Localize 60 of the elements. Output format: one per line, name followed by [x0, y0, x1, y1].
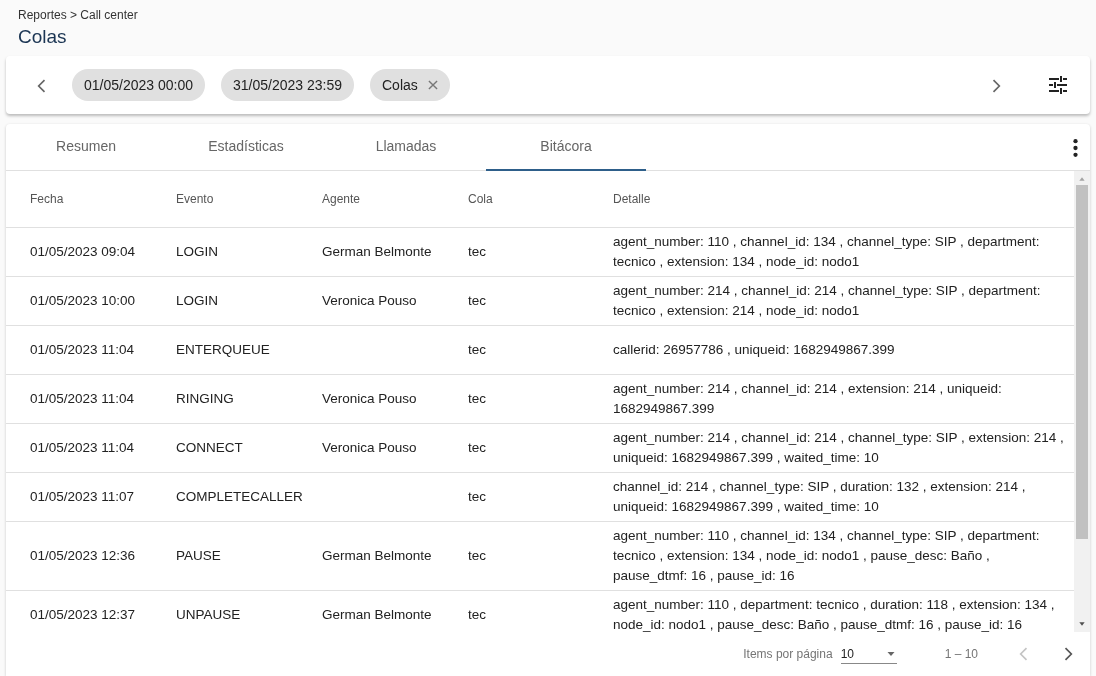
column-header[interactable]: Cola	[468, 191, 493, 206]
table-cell: COMPLETECALLER	[176, 488, 303, 504]
table-cell: channel_id: 214 , channel_type: SIP , duration: 132 , extension: 214 , uniqueid: 1682949867.399 , waited_time: 10	[613, 478, 1026, 514]
breadcrumb: Reportes > Call center	[18, 7, 139, 24]
table-cell: 01/05/2023 12:37	[30, 606, 136, 622]
table-cell: 01/05/2023 11:04	[30, 390, 135, 406]
filter-chip[interactable]: 01/05/2023 00:00	[72, 69, 205, 101]
table-cell: tec	[468, 547, 486, 563]
table-cell: CONNECT	[176, 439, 243, 455]
tab[interactable]: Llamadas	[326, 123, 486, 171]
table-cell: Veronica Pouso	[322, 390, 417, 406]
table-cell: tec	[468, 341, 486, 357]
table-cell: agent_number: 214 , channel_id: 214 , extension: 214 , uniqueid: 1682949867.399	[613, 380, 1002, 416]
column-header[interactable]: Detalle	[613, 191, 651, 206]
table-cell: tec	[468, 243, 486, 259]
table-cell: 01/05/2023 11:07	[30, 488, 135, 504]
table-cell: Veronica Pouso	[322, 439, 417, 455]
table-cell: 01/05/2023 12:36	[30, 547, 136, 563]
filter-chip[interactable]: 31/05/2023 23:59	[221, 69, 354, 101]
table-cell: agent_number: 110 , channel_id: 134 , channel_type: SIP , department: tecnico , extension: 134 , node_id: nodo1 , pause_desc: Baño , pause_dtmf: 16 , pause_id: 16	[613, 527, 1040, 583]
sliders-icon	[1046, 73, 1070, 97]
page-title: Colas	[18, 25, 68, 49]
column-header[interactable]: Agente	[322, 191, 361, 206]
table-cell: 01/05/2023 11:04	[30, 439, 135, 455]
tab[interactable]: Resumen	[6, 123, 166, 171]
tab[interactable]: Bitácora	[486, 123, 646, 171]
table-cell: German Belmonte	[322, 547, 432, 563]
more-vertical-icon	[1073, 138, 1078, 157]
table-cell: callerid: 26957786 , uniqueid: 1682949867.399	[613, 341, 895, 357]
table-cell: PAUSE	[176, 547, 221, 563]
table-cell: German Belmonte	[322, 243, 432, 259]
table-cell: 01/05/2023 11:04	[30, 341, 135, 357]
table-cell: LOGIN	[176, 243, 218, 259]
table-cell: ENTERQUEUE	[176, 341, 270, 357]
column-header[interactable]: Fecha	[30, 191, 64, 206]
scrollbar-thumb[interactable]	[1076, 185, 1088, 539]
page-range: 1 – 10	[944, 646, 978, 664]
table-cell: tec	[468, 292, 486, 308]
close-icon[interactable]	[425, 78, 440, 92]
column-header[interactable]: Evento	[176, 191, 214, 206]
table-cell: RINGING	[176, 390, 234, 406]
table-cell: tec	[468, 390, 486, 406]
items-per-page-label: Items por página	[743, 646, 833, 664]
scrollbar[interactable]	[1074, 171, 1090, 633]
table-cell: German Belmonte	[322, 606, 432, 622]
table-cell: tec	[468, 439, 486, 455]
filter-chip[interactable]: Colas	[370, 69, 450, 101]
table-cell: 01/05/2023 09:04	[30, 243, 136, 259]
table-cell: Veronica Pouso	[322, 292, 417, 308]
table-cell: tec	[468, 606, 486, 622]
page-size-select[interactable]: 10	[840, 644, 897, 664]
table-cell: 01/05/2023 10:00	[30, 292, 136, 308]
table-cell: agent_number: 110 , department: tecnico , duration: 118 , extension: 134 , node_id: nodo1 , pause_desc: Baño , pause_dtmf: 16 , pause_id: 16	[613, 596, 1055, 632]
table-cell: agent_number: 214 , channel_id: 214 , channel_type: SIP , extension: 214 , uniqueid: 1682949867.399 , waited_time: 10	[613, 429, 1064, 465]
table-cell: tec	[468, 488, 486, 504]
tab[interactable]: Estadísticas	[166, 123, 326, 171]
table-cell: UNPAUSE	[176, 606, 241, 622]
table-cell: LOGIN	[176, 292, 218, 308]
table-cell: agent_number: 110 , channel_id: 134 , channel_type: SIP , department: tecnico , extension: 134 , node_id: nodo1	[613, 233, 1040, 269]
table-cell: agent_number: 214 , channel_id: 214 , channel_type: SIP , department: tecnico , extension: 214 , node_id: nodo1	[613, 282, 1041, 318]
